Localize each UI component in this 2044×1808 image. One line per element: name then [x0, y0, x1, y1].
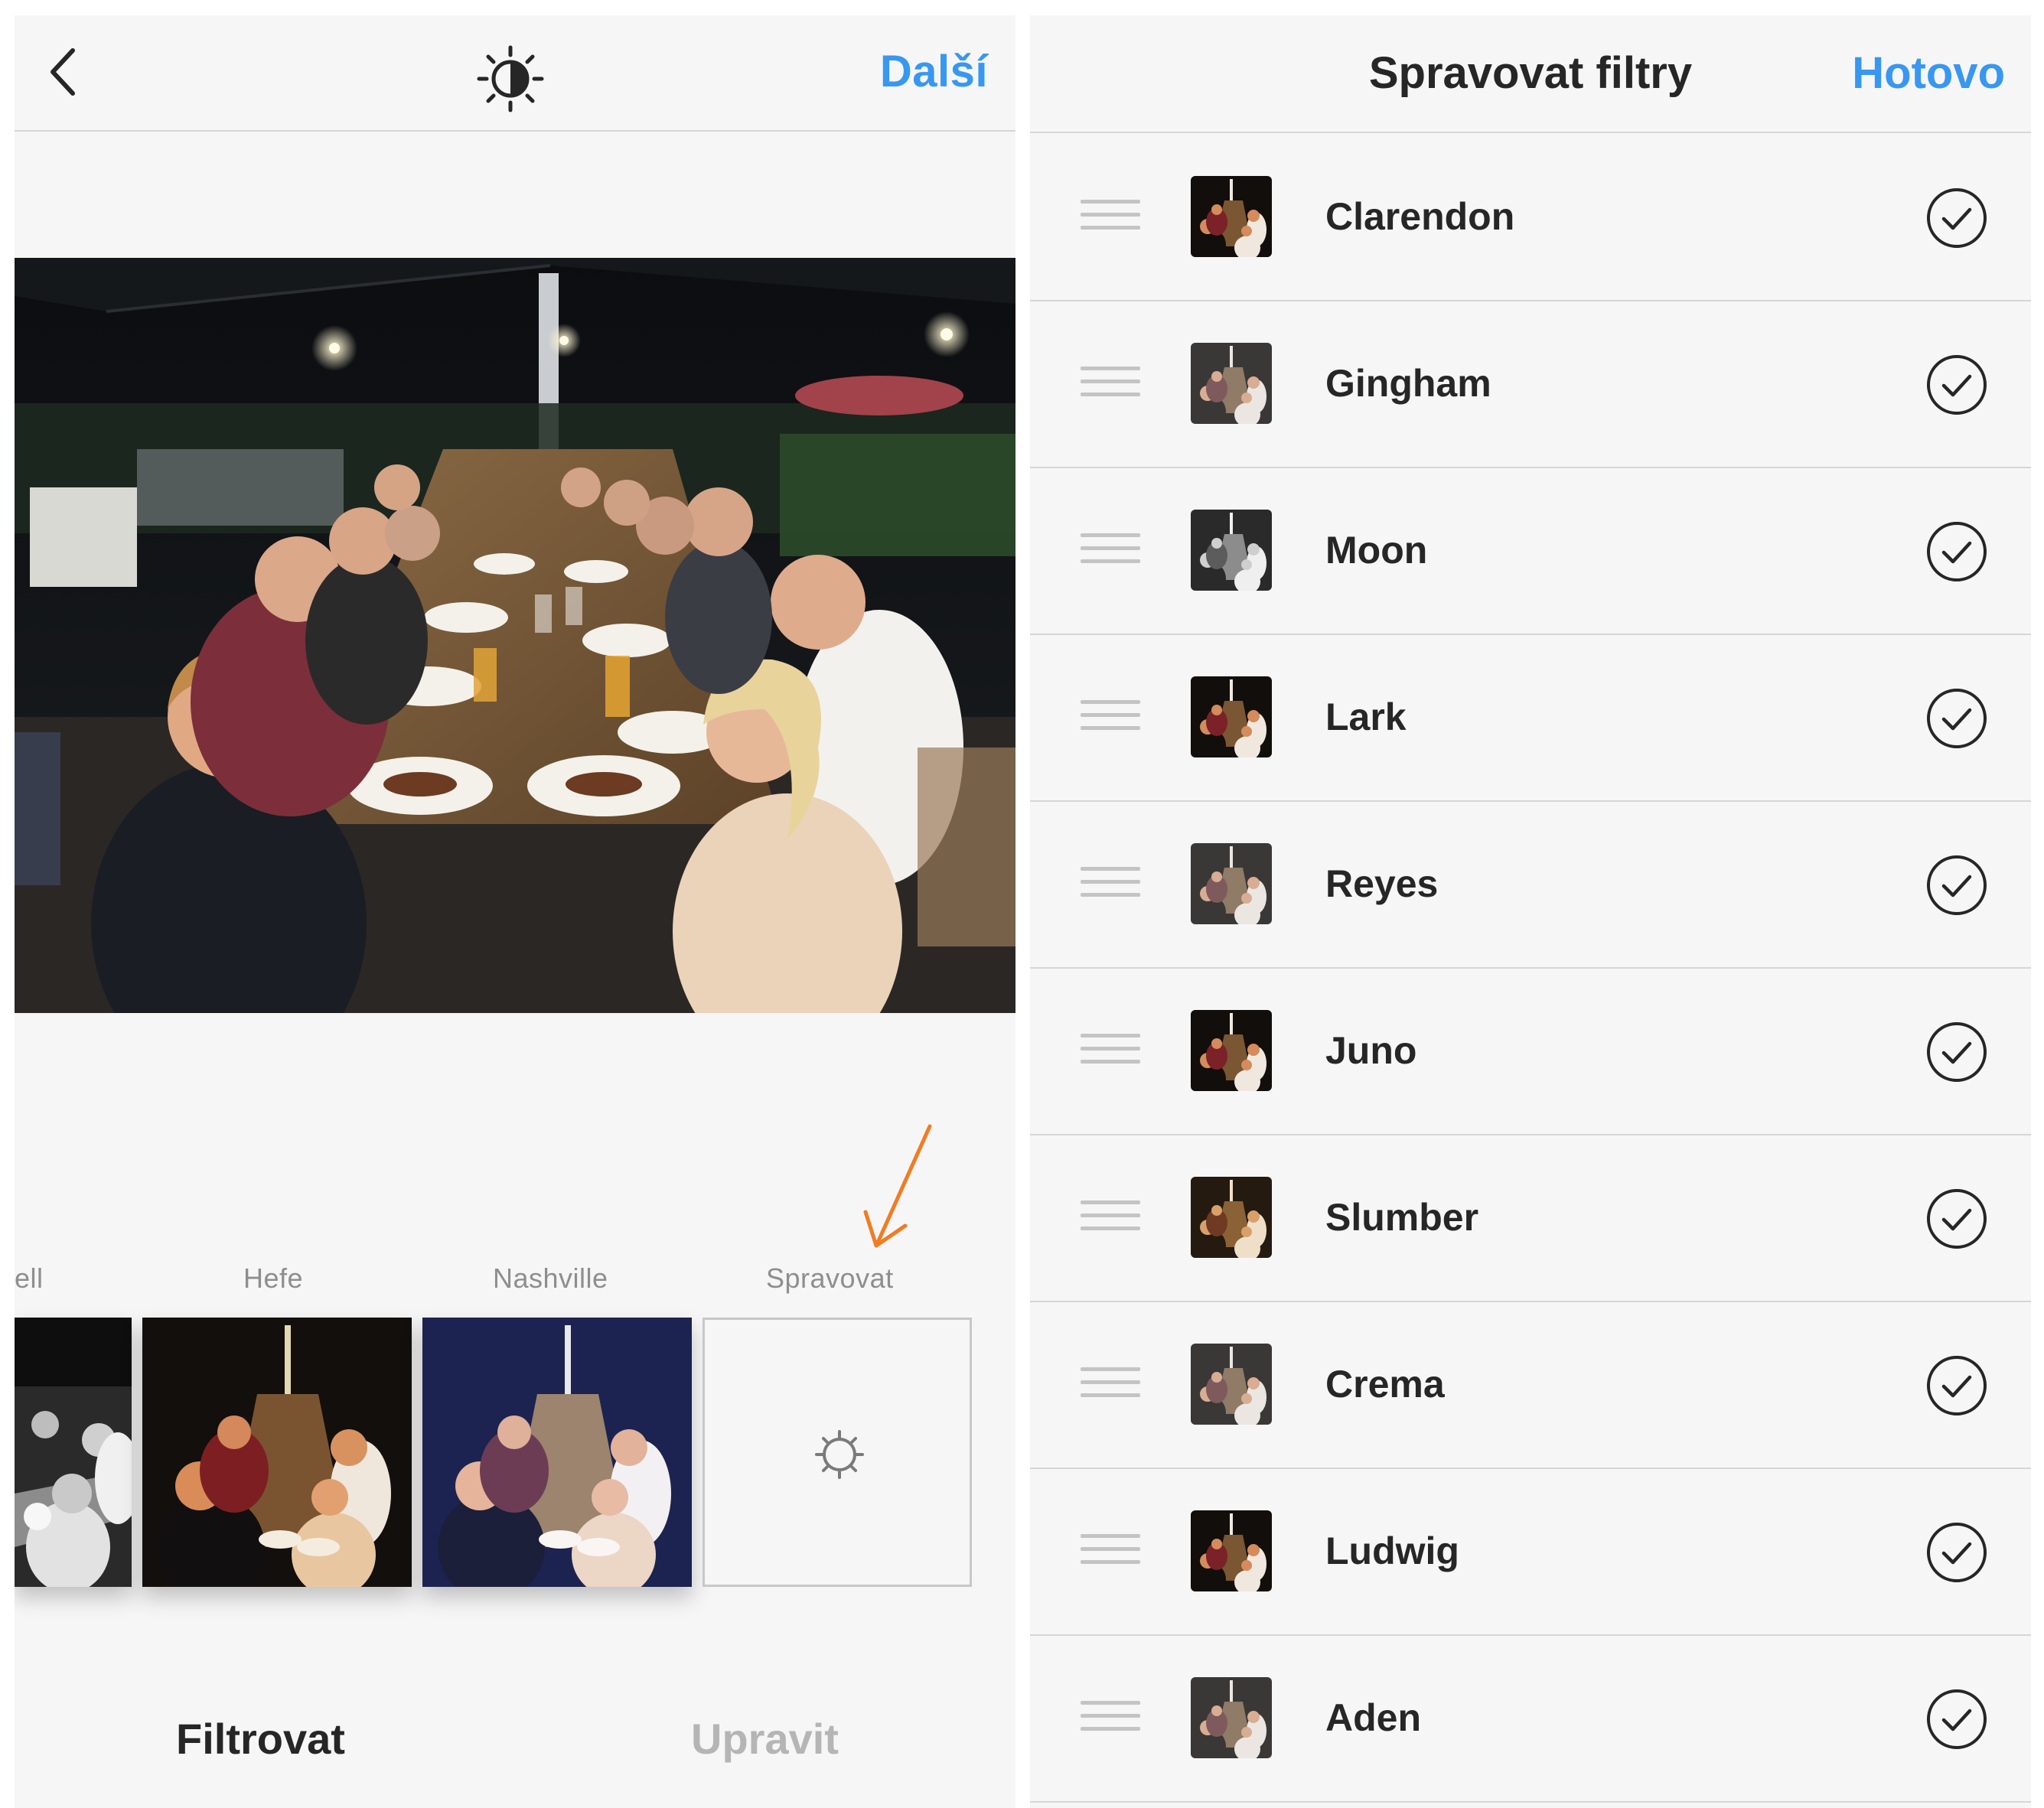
thumb-image	[1191, 1177, 1272, 1258]
drag-handle-icon[interactable]	[1081, 1200, 1140, 1234]
filter-row-thumb	[1191, 1510, 1272, 1591]
filter-row[interactable]: Juno	[1030, 969, 2031, 1135]
tab-edit[interactable]: Upravit	[691, 1714, 839, 1764]
checkmark-circle-icon[interactable]	[1925, 1521, 1988, 1584]
checkmark-circle-icon[interactable]	[1925, 187, 1988, 249]
checkmark-circle-icon[interactable]	[1925, 353, 1988, 416]
thumb-image	[1191, 1344, 1272, 1425]
filter-row[interactable]: Ludwig	[1030, 1469, 2031, 1636]
brightness-icon	[477, 45, 544, 112]
filter-name: Reyes	[1325, 862, 1439, 905]
filter-row-thumb	[1191, 1177, 1272, 1258]
dinner-photo	[15, 258, 1015, 1013]
editor-tab-bar: Filtrovat Upravit	[15, 1699, 1015, 1790]
drag-handle-icon[interactable]	[1081, 1367, 1140, 1401]
thumb-image	[15, 1318, 132, 1587]
thumb-image	[1191, 676, 1272, 757]
back-button[interactable]	[34, 41, 96, 103]
filter-name: Lark	[1325, 696, 1407, 738]
filter-row-thumb	[1191, 1677, 1272, 1758]
photo-preview	[15, 258, 1015, 1013]
filter-row[interactable]: Slumber	[1030, 1135, 2031, 1302]
checkmark-circle-icon[interactable]	[1925, 1688, 1988, 1751]
divider	[1030, 132, 2031, 133]
drag-handle-icon[interactable]	[1081, 867, 1140, 901]
filter-label: ell	[15, 1262, 44, 1294]
checkmark-circle-icon[interactable]	[1925, 1354, 1988, 1417]
filter-thumb-bw[interactable]	[15, 1318, 132, 1587]
manage-filters-label: Spravovat	[766, 1262, 894, 1294]
filter-editor-screen: Další ell Hefe Nashville Spravovat Filtr…	[15, 15, 1015, 1808]
drag-handle-icon[interactable]	[1081, 366, 1140, 400]
annotation-arrow-icon	[863, 1124, 932, 1248]
tab-filter[interactable]: Filtrovat	[176, 1714, 345, 1764]
filter-name: Crema	[1325, 1363, 1445, 1406]
filter-row[interactable]: Crema	[1030, 1302, 2031, 1469]
filter-name: Moon	[1325, 529, 1428, 572]
checkmark-circle-icon[interactable]	[1925, 854, 1988, 917]
filter-row-thumb	[1191, 343, 1272, 424]
thumb-image	[1191, 1010, 1272, 1091]
filter-row[interactable]: Clarendon	[1030, 135, 2031, 301]
drag-handle-icon[interactable]	[1081, 533, 1140, 567]
drag-handle-icon[interactable]	[1081, 700, 1140, 734]
filter-thumb-hefe[interactable]	[142, 1318, 412, 1587]
thumb-image	[1191, 176, 1272, 257]
filter-row-thumb	[1191, 1344, 1272, 1425]
thumb-image	[1191, 1510, 1272, 1591]
filter-label: Nashville	[493, 1262, 608, 1294]
thumb-image	[422, 1318, 692, 1587]
thumb-image	[142, 1318, 412, 1587]
filter-label: Hefe	[243, 1262, 304, 1294]
filter-row-thumb	[1191, 676, 1272, 757]
filter-row-thumb	[1191, 176, 1272, 257]
filter-name: Gingham	[1325, 362, 1491, 405]
drag-handle-icon[interactable]	[1081, 1034, 1140, 1067]
manage-filters-screen: Spravovat filtry Hotovo Clarendon Gingham…	[1030, 15, 2031, 1808]
filter-name: Slumber	[1325, 1196, 1479, 1239]
filter-row[interactable]: Aden	[1030, 1636, 2031, 1803]
filter-name: Ludwig	[1325, 1529, 1459, 1572]
thumb-image	[1191, 843, 1272, 924]
lux-adjust-button[interactable]	[476, 44, 545, 113]
checkmark-circle-icon[interactable]	[1925, 520, 1988, 583]
thumb-image	[1191, 1677, 1272, 1758]
manage-filters-button[interactable]	[703, 1318, 972, 1587]
next-button[interactable]: Další	[880, 46, 988, 97]
filter-strip[interactable]: ell Hefe Nashville Spravovat	[15, 1247, 1015, 1607]
thumb-image	[1191, 510, 1272, 591]
chevron-left-icon	[51, 48, 75, 96]
editor-top-bar: Další	[15, 15, 1015, 132]
filter-name: Juno	[1325, 1029, 1417, 1072]
gear-icon	[815, 1430, 864, 1479]
drag-handle-icon[interactable]	[1081, 1701, 1140, 1735]
checkmark-circle-icon[interactable]	[1925, 687, 1988, 750]
filter-thumb-nashville[interactable]	[422, 1318, 692, 1587]
filter-row[interactable]: Moon	[1030, 468, 2031, 635]
drag-handle-icon[interactable]	[1081, 1534, 1140, 1568]
done-button[interactable]: Hotovo	[1852, 47, 2005, 99]
filter-row[interactable]: Reyes	[1030, 802, 2031, 969]
filter-row[interactable]: Lark	[1030, 635, 2031, 802]
filter-row-thumb	[1191, 1010, 1272, 1091]
filter-row-thumb	[1191, 510, 1272, 591]
checkmark-circle-icon[interactable]	[1925, 1187, 1988, 1250]
filter-row[interactable]: Gingham	[1030, 301, 2031, 468]
checkmark-circle-icon[interactable]	[1925, 1021, 1988, 1083]
filter-row-thumb	[1191, 843, 1272, 924]
filter-name: Clarendon	[1325, 195, 1515, 238]
thumb-image	[1191, 343, 1272, 424]
filter-name: Aden	[1325, 1696, 1421, 1739]
drag-handle-icon[interactable]	[1081, 200, 1140, 233]
